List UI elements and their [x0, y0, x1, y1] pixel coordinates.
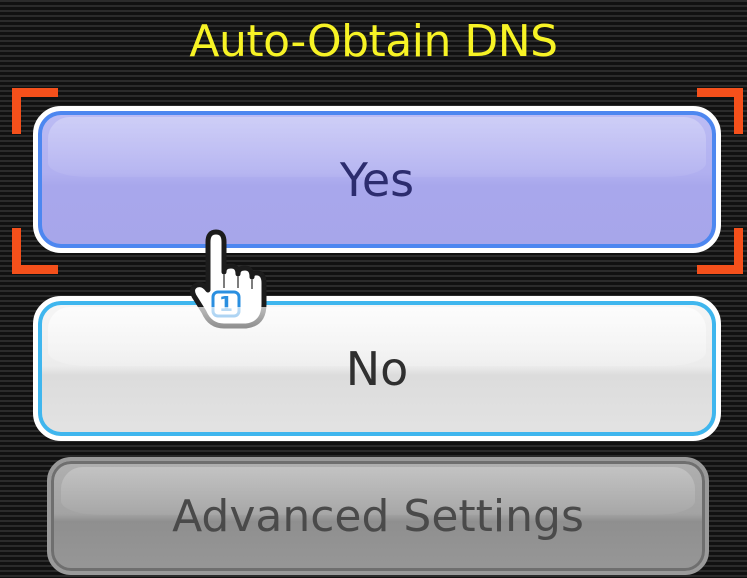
- advanced-settings-label: Advanced Settings: [172, 490, 584, 542]
- selection-bracket-top-right: [697, 88, 743, 134]
- no-button[interactable]: No: [33, 296, 721, 441]
- yes-button[interactable]: Yes: [33, 106, 721, 253]
- advanced-settings-button[interactable]: Advanced Settings: [47, 457, 709, 575]
- dialog-title: Auto-Obtain DNS: [189, 16, 558, 67]
- no-button-label: No: [345, 341, 409, 396]
- selection-bracket-bottom-left: [12, 228, 58, 274]
- selection-bracket-bottom-right: [697, 228, 743, 274]
- yes-button-label: Yes: [339, 152, 415, 207]
